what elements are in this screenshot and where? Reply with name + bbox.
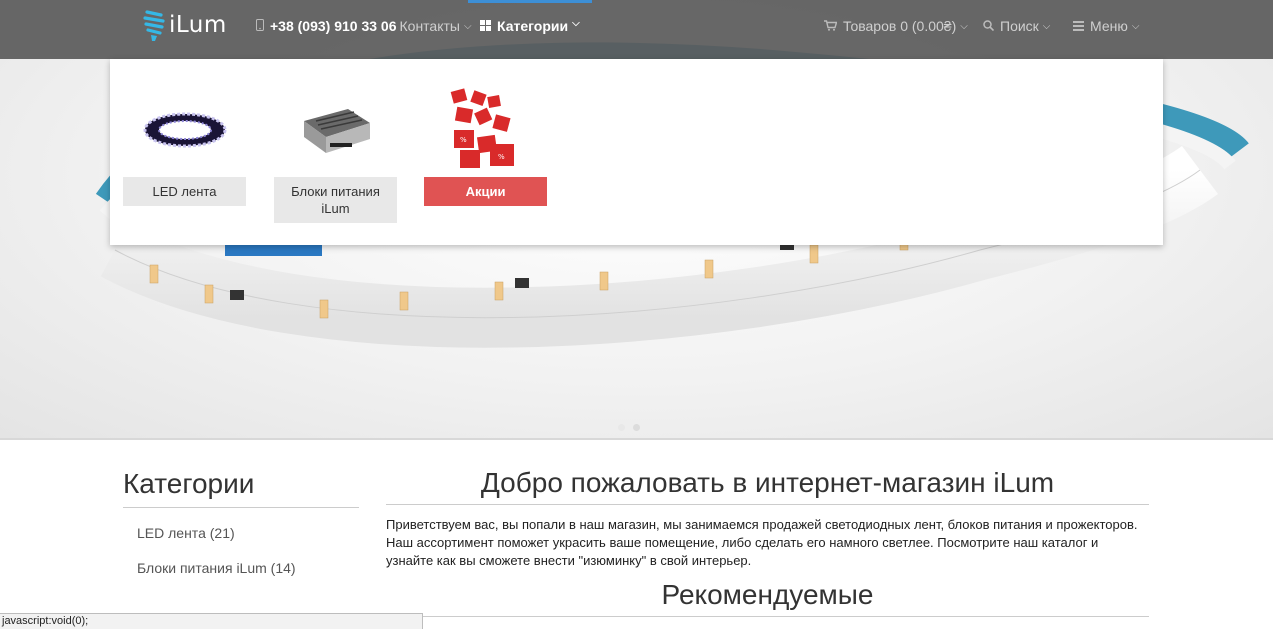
- menu-label: Меню: [1090, 18, 1128, 34]
- browser-status-bar: javascript:void(0);: [0, 613, 423, 629]
- brand-logo[interactable]: iLum: [142, 5, 227, 45]
- categories-label: Категории: [497, 18, 569, 34]
- hamburger-menu-icon: [1073, 18, 1084, 34]
- brand-name: iLum: [169, 12, 227, 38]
- lightbulb-logo-icon: [143, 10, 165, 41]
- recommended-section-title: Рекомендуемые: [386, 579, 1149, 617]
- shopping-cart-icon: [824, 18, 838, 34]
- cart-summary: Товаров 0 (0.00₴): [843, 18, 957, 34]
- contacts-label: Контакты: [399, 18, 460, 34]
- sidebar-link-power-supply[interactable]: Блоки питания iLum (14): [137, 560, 296, 576]
- carousel-dot[interactable]: [618, 424, 625, 431]
- category-label[interactable]: Блоки питания iLum: [274, 177, 397, 223]
- grid-icon: [480, 18, 491, 34]
- nav-menu[interactable]: Меню ⌵: [1073, 18, 1139, 34]
- carousel-dot[interactable]: [633, 424, 640, 431]
- category-label-promo[interactable]: Акции: [424, 177, 547, 206]
- svg-text:%: %: [460, 136, 467, 144]
- page-title: Добро пожаловать в интернет-магазин iLum: [386, 467, 1149, 505]
- chevron-down-icon: ⌵: [1131, 20, 1140, 32]
- promo-dice-thumbnail: % %: [424, 84, 547, 174]
- welcome-text: Приветствуем вас, вы попали в наш магази…: [386, 517, 1138, 568]
- sidebar-title: Категории: [123, 468, 359, 508]
- chevron-down-icon: ⌵: [960, 20, 968, 32]
- led-strip-thumbnail: [123, 84, 246, 174]
- chevron-down-icon: ⌵: [1042, 20, 1051, 32]
- top-navbar: iLum +38 (093) 910 33 06 Контакты ⌵ Кате…: [0, 0, 1273, 59]
- svg-text:%: %: [498, 153, 505, 161]
- power-supply-thumbnail: [274, 84, 397, 174]
- search-label: Поиск: [1000, 18, 1039, 34]
- nav-cart[interactable]: Товаров 0 (0.00₴) ⌵: [824, 18, 968, 34]
- category-label[interactable]: LED лента: [123, 177, 246, 206]
- mobile-phone-icon: [256, 18, 264, 34]
- sidebar-link-led[interactable]: LED лента (21): [137, 525, 235, 541]
- chevron-down-icon: ⌵: [572, 18, 580, 29]
- search-icon: [983, 18, 995, 34]
- nav-categories[interactable]: Категории ⌵: [468, 0, 592, 59]
- nav-search[interactable]: Поиск ⌵: [983, 18, 1050, 34]
- carousel-indicators: [618, 424, 640, 431]
- category-card-promotions[interactable]: % % Акции: [424, 84, 547, 206]
- phone-number[interactable]: +38 (093) 910 33 06: [270, 18, 397, 34]
- category-card-power-supply[interactable]: Блоки питания iLum: [274, 84, 397, 223]
- categories-dropdown: LED лента Блоки питания iLum % % Акции: [110, 59, 1163, 245]
- category-card-led[interactable]: LED лента: [123, 84, 246, 206]
- nav-contacts[interactable]: +38 (093) 910 33 06 Контакты ⌵: [256, 18, 472, 34]
